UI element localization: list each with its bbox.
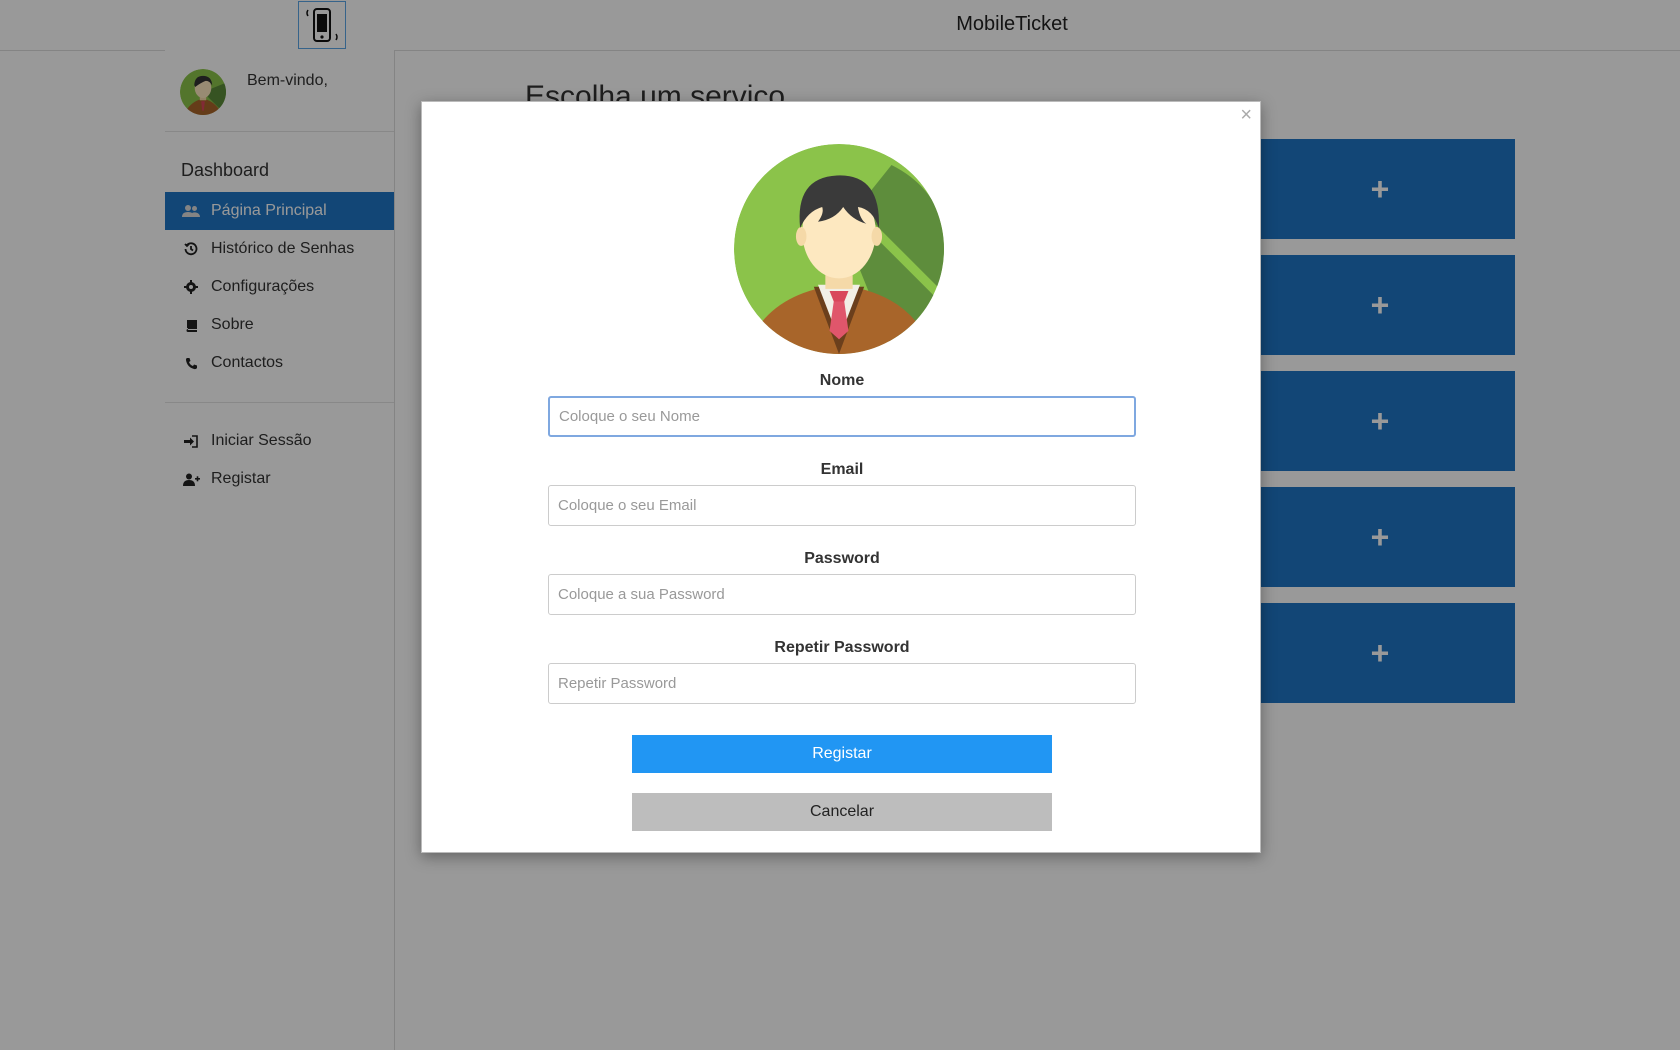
close-icon[interactable]: × [1240, 104, 1252, 127]
cancel-button[interactable]: Cancelar [632, 793, 1052, 831]
name-label: Nome [819, 372, 865, 389]
register-modal: × Nome Email Password Repetir Password R… [421, 101, 1261, 853]
user-avatar-image [734, 144, 944, 354]
repeat-password-field[interactable] [548, 663, 1136, 704]
repeat-password-label: Repetir Password [774, 639, 910, 656]
name-field[interactable] [548, 396, 1136, 437]
email-field[interactable] [548, 485, 1136, 526]
password-label: Password [804, 550, 880, 567]
password-field[interactable] [548, 574, 1136, 615]
email-label: Email [820, 461, 864, 478]
register-button[interactable]: Registar [632, 735, 1052, 773]
